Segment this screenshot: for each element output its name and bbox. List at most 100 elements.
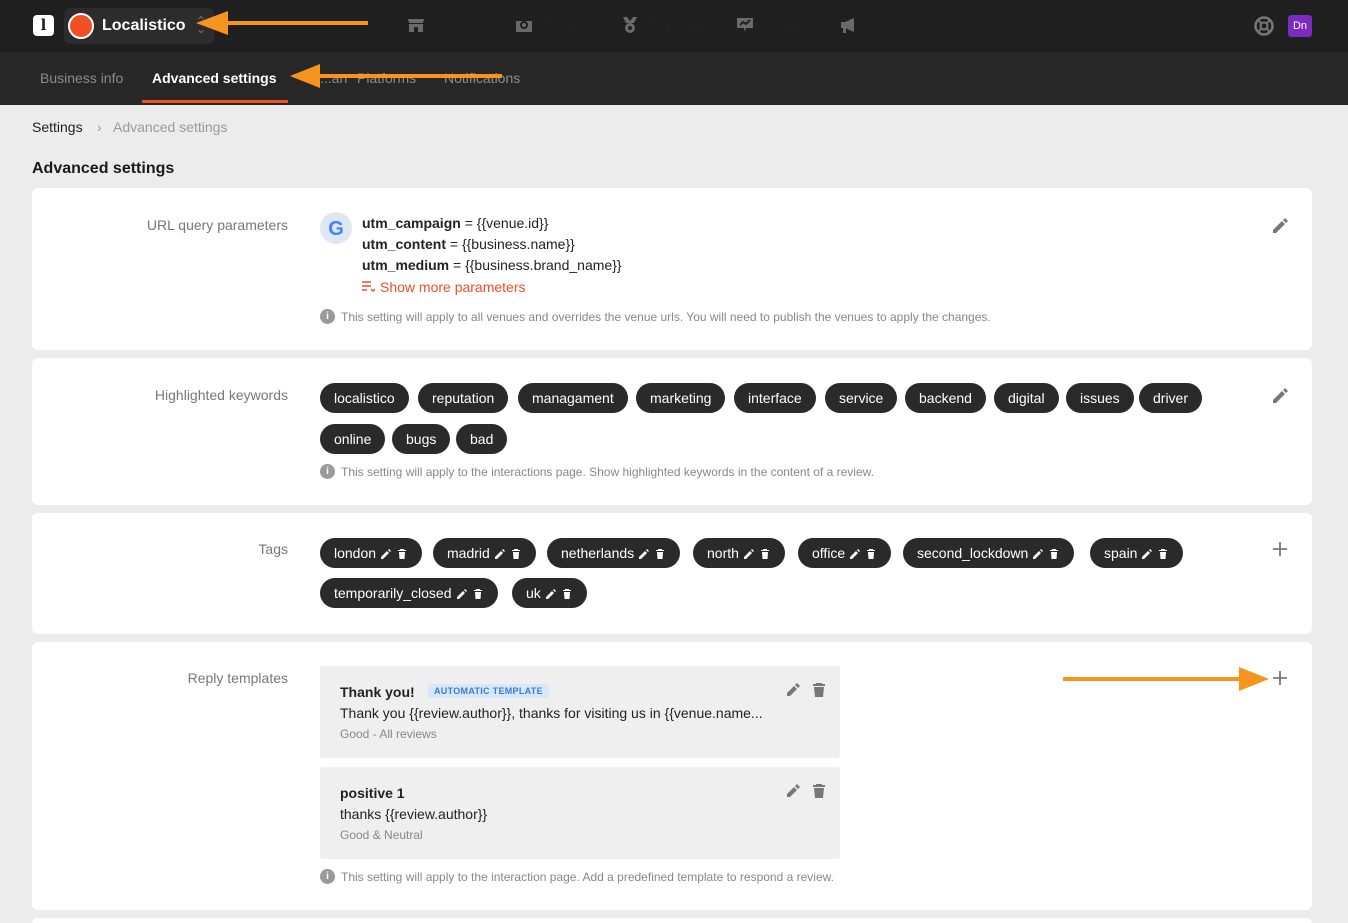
template-text: Thank you {{review.author}}, thanks for … (340, 705, 763, 721)
tag-chip: london (320, 538, 423, 568)
tag-name: uk (526, 585, 541, 601)
edit-pencil-icon[interactable] (380, 548, 392, 560)
template-item[interactable]: Thank you! AUTOMATIC TEMPLATE Thank you … (320, 666, 840, 758)
keywords-card: Highlighted keywords localistico reputat… (32, 358, 1312, 505)
brand-switcher[interactable]: Localistico ⌃ ⌄ (64, 8, 214, 44)
param-row: utm_content = {{business.name}} (362, 236, 575, 252)
param-key: utm_campaign (362, 215, 461, 231)
trash-icon[interactable] (865, 548, 877, 560)
url-params-note: i This setting will apply to all venues a… (320, 309, 991, 324)
trash-icon[interactable] (1157, 548, 1169, 560)
tags-card: Tags london madrid netherlands north off… (32, 513, 1312, 634)
tab-advanced-settings[interactable]: Advanced settings (152, 70, 276, 86)
keyword-chip: localistico (320, 383, 409, 413)
param-value: = {{business.brand_name}} (449, 257, 622, 273)
keywords-note: i This setting will apply to the interact… (320, 464, 874, 479)
tag-chip: second_lockdown (903, 538, 1075, 568)
nav-item-reputation[interactable]: Reputation (620, 15, 723, 35)
tag-chip: madrid (433, 538, 536, 568)
edit-pencil-icon[interactable] (785, 783, 801, 799)
annotation-arrow-icon (290, 64, 502, 88)
tag-name: madrid (447, 545, 490, 561)
info-icon: i (320, 464, 335, 479)
edit-pencil-icon[interactable] (494, 548, 506, 560)
user-avatar[interactable]: Dn (1288, 15, 1312, 37)
badge-icon (623, 17, 637, 33)
edit-pencil-icon[interactable] (1270, 386, 1290, 406)
tag-chip: office (798, 538, 892, 568)
keyword-chip: marketing (636, 383, 726, 413)
trash-icon[interactable] (759, 548, 771, 560)
trash-icon[interactable] (561, 588, 573, 600)
show-more-parameters-link[interactable]: Show more parameters (362, 279, 526, 295)
nav-label: Locations (432, 16, 501, 33)
tag-chip: spain (1090, 538, 1184, 568)
nav-item-locations[interactable]: Locations (406, 15, 501, 35)
annotation-arrow-icon (196, 11, 368, 35)
edit-pencil-icon[interactable] (849, 548, 861, 560)
show-more-label: Show more parameters (380, 279, 526, 295)
tag-chip: uk (512, 578, 587, 608)
info-icon: i (320, 309, 335, 324)
add-template-plus-icon[interactable] (1270, 668, 1290, 688)
template-title: positive 1 (340, 785, 405, 801)
keyword-chip: interface (734, 383, 816, 413)
keyword-chip: managament (518, 383, 628, 413)
nav-label: Promotions (865, 16, 946, 33)
trash-icon[interactable] (811, 783, 827, 799)
tag-name: london (334, 545, 377, 561)
tag-name: netherlands (561, 545, 635, 561)
automatic-template-badge: AUTOMATIC TEMPLATE (428, 684, 549, 698)
note-text: This setting will apply to all venues an… (341, 309, 991, 324)
edit-pencil-icon[interactable] (1032, 548, 1044, 560)
template-filter: Good & Neutral (340, 828, 423, 842)
trash-icon[interactable] (472, 588, 484, 600)
tag-name: second_lockdown (917, 545, 1029, 561)
edit-pencil-icon[interactable] (638, 548, 650, 560)
trash-icon[interactable] (1048, 548, 1060, 560)
param-row: utm_medium = {{business.brand_name}} (362, 257, 622, 273)
edit-pencil-icon[interactable] (456, 588, 468, 600)
help-lifebuoy-icon[interactable] (1254, 16, 1274, 36)
keyword-chip: bad (456, 424, 508, 454)
template-filter: Good - All reviews (340, 727, 437, 741)
keyword-chip: service (825, 383, 898, 413)
annotation-arrow-icon (1063, 667, 1269, 691)
trash-icon[interactable] (396, 548, 408, 560)
breadcrumb-settings[interactable]: Settings (32, 119, 83, 135)
param-key: utm_content (362, 236, 446, 252)
trash-icon[interactable] (811, 682, 827, 698)
brand-name: Localistico (102, 17, 186, 34)
svg-text:G: G (328, 218, 344, 240)
nav-item-promotions[interactable]: Promotions (839, 15, 946, 35)
template-title: Thank you! (340, 684, 415, 700)
url-params-label: URL query parameters (146, 217, 288, 233)
param-value: = {{venue.id}} (460, 215, 549, 231)
info-icon: i (320, 869, 335, 884)
nav-item-presence[interactable]: Presence (514, 15, 608, 35)
edit-pencil-icon[interactable] (785, 682, 801, 698)
note-text: This setting will apply to the interacti… (341, 869, 834, 884)
keyword-chip: issues (1066, 383, 1134, 413)
trash-icon[interactable] (654, 548, 666, 560)
edit-pencil-icon[interactable] (743, 548, 755, 560)
edit-pencil-icon[interactable] (1270, 216, 1290, 236)
google-icon: G (320, 212, 352, 244)
tag-name: temporarily_closed (334, 585, 452, 601)
tag-chip: north (693, 538, 785, 568)
app-logo[interactable]: l (33, 15, 54, 36)
template-text: thanks {{review.author}} (340, 806, 488, 822)
trash-icon[interactable] (510, 548, 522, 560)
keyword-chip: driver (1139, 383, 1203, 413)
tags-label: Tags (258, 541, 288, 557)
param-value: = {{business.name}} (446, 236, 575, 252)
add-tag-plus-icon[interactable] (1270, 539, 1290, 559)
keyword-chip: backend (905, 383, 986, 413)
keyword-chip: reputation (418, 383, 509, 413)
tab-business-info[interactable]: Business info (40, 70, 123, 86)
tag-name: office (812, 545, 846, 561)
template-item[interactable]: positive 1 thanks {{review.author}} Good… (320, 767, 840, 859)
nav-item-analytics[interactable]: Analytics (735, 15, 825, 35)
edit-pencil-icon[interactable] (545, 588, 557, 600)
edit-pencil-icon[interactable] (1141, 548, 1153, 560)
